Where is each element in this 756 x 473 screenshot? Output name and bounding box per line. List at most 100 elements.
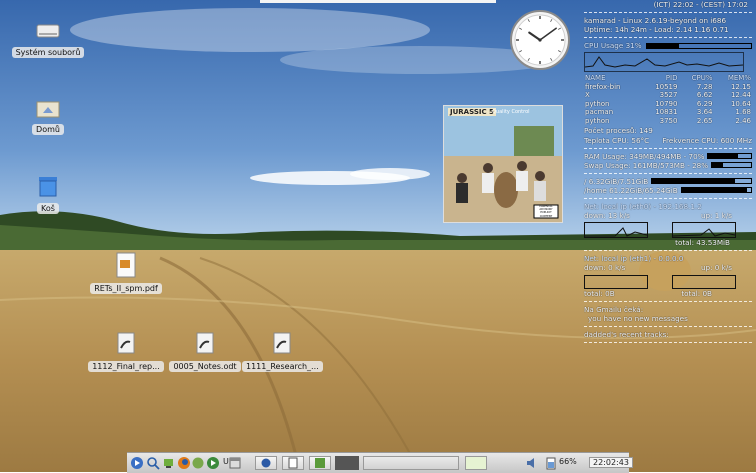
process-row: pacman 10831 3.64 1.68 [584,108,752,117]
task-button-chat[interactable] [309,456,331,470]
desktop-icon-label: 1112_Final_rep... [88,361,164,372]
net-eth0-down: down: 13 k/s [584,211,630,221]
show-desktop-icon[interactable] [228,456,242,470]
mail-label: Na Gmailu čeká: [584,304,644,314]
separator [584,341,752,343]
start-menu-icon[interactable] [130,456,144,470]
search-icon[interactable] [146,456,160,470]
process-column-header: CPU% [691,74,713,83]
disk-home-label: /home 61.22GiB/65.24GiB [584,185,678,195]
desktop-icon-final-report[interactable]: 1112_Final_rep... [86,332,166,372]
desktop-icon-label: Domů [32,124,64,135]
desktop-icon-label: 1111_Research_... [242,361,323,372]
process-count: Počet procesů: 149 [584,126,653,136]
net-eth0-up: up: 1 k/s [700,211,732,221]
album-title: JURASSIC 5 [448,108,496,116]
separator [584,172,752,174]
cpu-history-graph [584,52,744,73]
net-eth1-down: down: 0 k/s [584,263,626,273]
process-cell: 12.44 [730,91,751,100]
pager-active-workspace[interactable] [465,456,487,470]
conky-system-monitor: (ICT) 22:02 - (CEST) 17:02 kamarad - Lin… [584,0,752,346]
separator [584,12,752,14]
net-eth1-total-up: total: 0B [681,288,712,298]
net-eth0-total-up: total: 43.53MiB [675,238,730,248]
process-cell: firefox-bin [585,82,621,91]
disk-home-bar [680,187,752,194]
desktop-icon-trash[interactable]: Koš [8,174,88,214]
swap-usage-label: Swap Usage: 161MB/573MB - 28% [584,160,709,170]
desktop-icon-filesystem[interactable]: Systém souborů [8,20,88,58]
media-play-icon[interactable] [206,456,220,470]
desktop-icon-label: Systém souborů [11,47,85,58]
desktop-icon-label: RETs_II_spm.pdf [90,283,162,294]
cpu-frequency: Frekvence CPU: 600 MHz [662,135,752,145]
mail-status: you have no new messages [588,313,688,323]
net-eth1-total-down: total: 0B [584,288,615,298]
desktop-icon-home[interactable]: Domů [8,97,88,135]
process-cell: X [585,91,590,100]
separator [584,300,752,302]
desktop-pager[interactable] [363,456,459,470]
desktop-icon-notes[interactable]: 0005_Notes.odt [165,332,245,372]
network-icon[interactable] [162,456,176,470]
separator [584,325,752,327]
task-button-document[interactable] [282,456,304,470]
desktop-icon-label: 0005_Notes.odt [169,361,241,372]
process-table-header: NAME PID CPU% MEM% [584,74,752,83]
disk-root-label: / 6.32GiB/7.51GiB [584,176,649,186]
document-link-icon [117,332,135,354]
net-eth1-up: up: 0 k/s [700,263,732,273]
process-row: python 3750 2.65 2.46 [584,117,752,126]
analog-clock-widget[interactable] [509,9,571,71]
album-subtitle: Quality Control [492,109,530,115]
separator [584,147,752,149]
process-cell: 2.65 [696,116,713,125]
separator [584,198,752,200]
cpu-usage-label: CPU Usage 31% [584,41,642,51]
process-row: X 3527 6.62 12.44 [584,91,752,100]
separator [584,250,752,252]
document-link-icon [273,332,291,354]
battery-percentage: 66% [559,457,577,466]
conky-time: (ICT) 22:02 - (CEST) 17:02 [653,0,748,9]
swap-usage-bar [711,162,752,169]
process-cell: 3.64 [696,108,713,117]
desktop-icon-pdf[interactable]: RETs_II_spm.pdf [86,252,166,294]
battery-icon[interactable] [545,456,557,470]
ram-usage-label: RAM Usage: 349MB/494MB - 70% [584,151,705,161]
process-column-header: NAME [585,74,606,83]
drive-icon [36,24,60,38]
process-cell: 6.62 [696,91,713,100]
top-panel-strip [260,0,496,3]
net-eth1-up-graph [672,274,736,289]
separator [584,37,752,39]
process-column-header: MEM% [727,74,751,83]
process-cell: python [585,116,610,125]
process-cell: 3750 [659,116,678,125]
process-cell: pacman [585,108,614,117]
parental-advisory-label: PARENTAL ADVISORY EXPLICIT CONTENT [539,205,553,218]
ram-usage-bar [707,153,752,160]
process-column-header: PID [665,74,678,83]
volume-icon[interactable] [525,456,539,470]
net-eth1-down-graph [584,274,648,289]
pidgin-icon[interactable] [191,456,205,470]
firefox-icon[interactable] [177,456,191,470]
net-eth0-up-graph [672,222,736,239]
desktop-icon-research[interactable]: 1111_Research_... [242,332,323,372]
home-folder-icon [36,101,60,118]
task-button-active[interactable] [335,456,359,470]
cpu-temperature: Teplota CPU: 56°C [584,135,650,145]
process-cell: python [585,99,610,108]
trash-icon [39,177,57,197]
task-button-browser[interactable] [255,456,277,470]
disk-root-bar [651,178,752,185]
desktop-icon-label: Koš [37,203,59,214]
net-eth0-down-graph [584,222,648,239]
conky-uptime: Uptime: 14h 24m - Load: 2.14 1.16 0.71 [584,25,729,35]
process-cell: 3527 [659,91,678,100]
net-eth0-label: Net: local ip (eth0) - 192.168.1.2 [584,202,702,212]
album-cover-widget[interactable]: JURASSIC 5 Quality Control PARENTAL ADVI… [443,105,563,223]
taskbar-clock[interactable]: 22:02:43 [589,457,633,468]
